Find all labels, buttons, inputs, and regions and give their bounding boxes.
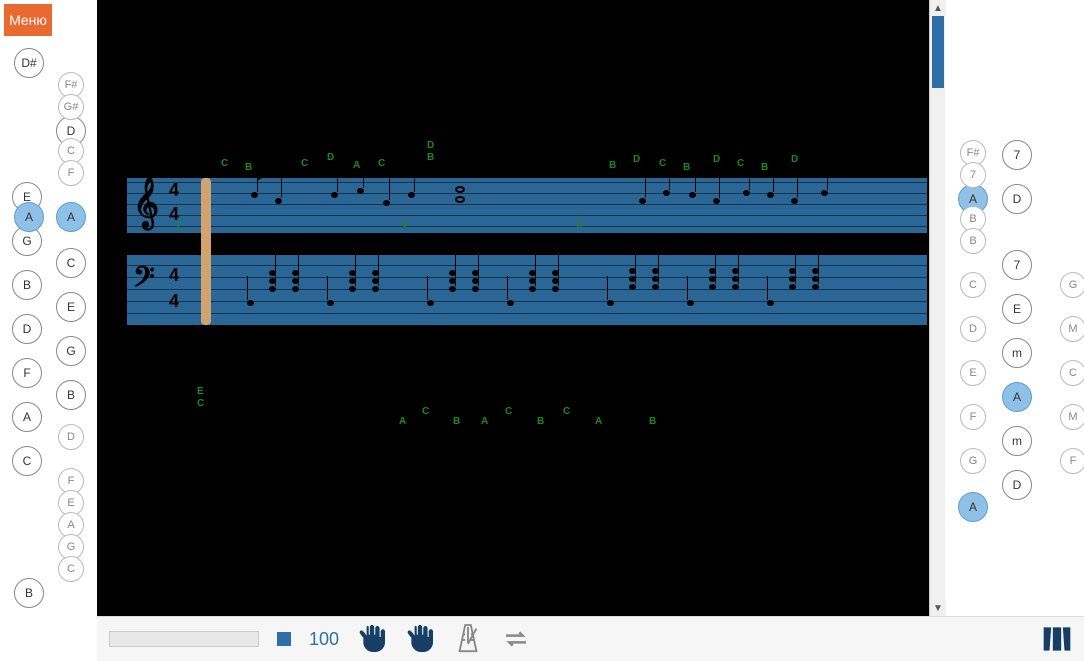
note-label-row2-3: C <box>422 406 429 417</box>
panels-button[interactable] <box>1042 621 1072 657</box>
bar-number-1: 1 <box>175 220 181 231</box>
left-special-2[interactable]: B <box>14 578 44 608</box>
transport-bar: 100 <box>97 616 1084 661</box>
note-label-top-7: B <box>427 152 434 163</box>
treble-clef-icon: 𝄞 <box>133 178 159 228</box>
left-outer-A-selected[interactable]: A <box>56 202 86 232</box>
note-label-top-11: B <box>683 162 690 173</box>
left-outer-small-1[interactable]: G# <box>58 94 84 120</box>
right-outer-5[interactable]: G <box>1060 272 1084 298</box>
note-label-top-15: D <box>791 154 798 165</box>
left-special-0[interactable]: D# <box>14 48 44 78</box>
note-label-row2-4: B <box>453 416 460 427</box>
right-inner-2[interactable]: 7 <box>1002 250 1032 280</box>
left-special-1[interactable]: A <box>14 202 44 232</box>
bar-number-2: 2 <box>403 220 409 231</box>
timesig-bottom-2: 4 <box>169 291 179 312</box>
left-bass-C-6[interactable]: C <box>12 446 42 476</box>
right-sel-1[interactable]: A <box>958 492 988 522</box>
note-label-row2-7: B <box>537 416 544 427</box>
left-outer-big-1[interactable]: C <box>56 248 86 278</box>
right-outer-8[interactable]: E <box>960 360 986 386</box>
note-label-top-5: C <box>378 158 385 169</box>
note-label-row2-2: A <box>399 416 406 427</box>
left-bass-F-4[interactable]: F <box>12 358 42 388</box>
right-inner-5[interactable]: A <box>1002 382 1032 412</box>
right-outer-9[interactable]: C <box>1060 360 1084 386</box>
note-label-top-3: D <box>327 152 334 163</box>
left-outer-big-4[interactable]: B <box>56 380 86 410</box>
note-label-top-6: D <box>427 140 434 151</box>
left-outer-small2-0[interactable]: D <box>58 424 84 450</box>
scroll-up-icon[interactable]: ▲ <box>930 0 946 16</box>
right-outer-7[interactable]: M <box>1060 316 1084 342</box>
left-outer-small-3[interactable]: F <box>58 160 84 186</box>
note-label-top-8: B <box>609 160 616 171</box>
note-label-top-10: C <box>659 158 666 169</box>
note-label-row2-8: C <box>563 406 570 417</box>
right-inner-3[interactable]: E <box>1002 294 1032 324</box>
note-label-row2-1: C <box>197 398 204 409</box>
scroll-down-icon[interactable]: ▼ <box>930 600 946 616</box>
note-label-top-4: A <box>353 160 360 171</box>
note-label-row2-0: E <box>197 386 204 397</box>
right-inner-6[interactable]: m <box>1002 426 1032 456</box>
right-outer-13[interactable]: F <box>1060 448 1084 474</box>
note-label-row2-10: B <box>649 416 656 427</box>
right-outer-6[interactable]: D <box>960 316 986 342</box>
right-outer-10[interactable]: F <box>960 404 986 430</box>
right-inner-4[interactable]: m <box>1002 338 1032 368</box>
right-outer-4[interactable]: C <box>960 272 986 298</box>
right-outer-12[interactable]: G <box>960 448 986 474</box>
bass-clef-icon: 𝄢 <box>133 261 155 301</box>
score-scrollbar[interactable]: ▲ ▼ <box>929 0 945 616</box>
timesig-top-2: 4 <box>169 265 179 286</box>
right-outer-3[interactable]: B <box>960 228 986 254</box>
note-label-top-2: C <box>301 158 308 169</box>
timesig-top: 4 <box>169 180 179 201</box>
score-canvas[interactable]: 𝄞 4 4 𝄢 4 4 <box>97 0 945 616</box>
scroll-thumb[interactable] <box>932 16 944 88</box>
note-label-top-14: B <box>761 162 768 173</box>
note-label-row2-6: C <box>505 406 512 417</box>
right-inner-1[interactable]: D <box>1002 184 1032 214</box>
note-label-top-12: D <box>713 154 720 165</box>
menu-button[interactable]: Меню <box>4 4 52 36</box>
treble-staff: 𝄞 4 4 <box>127 178 927 233</box>
right-hand-button[interactable] <box>405 621 435 657</box>
left-bass-D-3[interactable]: D <box>12 314 42 344</box>
tempo-indicator-icon <box>277 632 291 646</box>
loop-button[interactable] <box>501 621 531 657</box>
note-label-top-0: C <box>221 158 228 169</box>
left-bass-A-5[interactable]: A <box>12 402 42 432</box>
left-bass-B-2[interactable]: B <box>12 270 42 300</box>
left-hand-button[interactable] <box>357 621 387 657</box>
bar-number-3: 3 <box>577 220 583 231</box>
tempo-value: 100 <box>309 629 339 650</box>
metronome-button[interactable] <box>453 621 483 657</box>
right-outer-11[interactable]: M <box>1060 404 1084 430</box>
note-label-top-1: B <box>245 162 252 173</box>
left-outer-big-2[interactable]: E <box>56 292 86 322</box>
progress-bar[interactable] <box>109 631 259 647</box>
note-label-top-9: D <box>633 154 640 165</box>
note-label-row2-5: A <box>481 416 488 427</box>
right-outer-1[interactable]: 7 <box>960 162 986 188</box>
right-inner-7[interactable]: D <box>1002 470 1032 500</box>
playhead[interactable] <box>201 178 211 325</box>
note-label-top-13: C <box>737 158 744 169</box>
note-label-row2-9: A <box>595 416 602 427</box>
left-outer-big-3[interactable]: G <box>56 336 86 366</box>
score-area: 𝄞 4 4 𝄢 4 4 <box>97 0 945 616</box>
left-outer-small2-5[interactable]: C <box>58 556 84 582</box>
right-inner-0[interactable]: 7 <box>1002 140 1032 170</box>
